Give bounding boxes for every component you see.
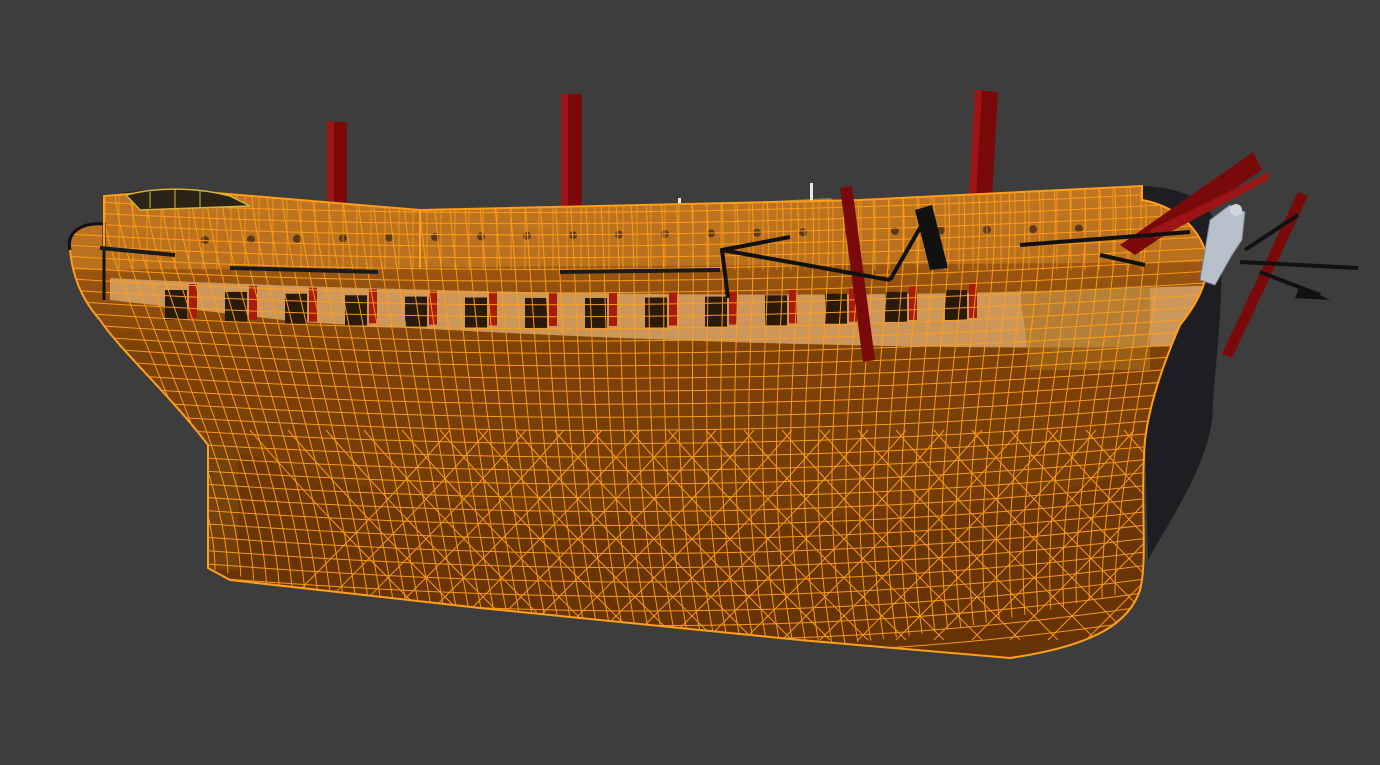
porthole <box>385 233 393 242</box>
gunport-lid <box>609 291 617 326</box>
porthole <box>1029 225 1037 234</box>
gunport-lid <box>729 290 737 325</box>
gunport <box>945 290 967 320</box>
gunport <box>765 295 787 326</box>
gunport <box>525 297 547 328</box>
viewport-canvas[interactable] <box>0 0 1380 765</box>
porthole <box>477 232 485 241</box>
masts-group[interactable] <box>327 90 998 214</box>
gunport <box>885 291 907 322</box>
porthole <box>293 234 301 243</box>
gunport-lid <box>549 291 557 326</box>
gunport <box>825 293 847 324</box>
porthole <box>201 236 209 244</box>
stern-windows <box>124 188 251 211</box>
porthole <box>753 228 761 237</box>
hull-mesh[interactable] <box>60 180 1324 700</box>
3d-viewport[interactable] <box>0 0 1380 765</box>
porthole <box>799 228 807 237</box>
gunport <box>585 297 607 328</box>
gunport-lid <box>669 291 677 326</box>
